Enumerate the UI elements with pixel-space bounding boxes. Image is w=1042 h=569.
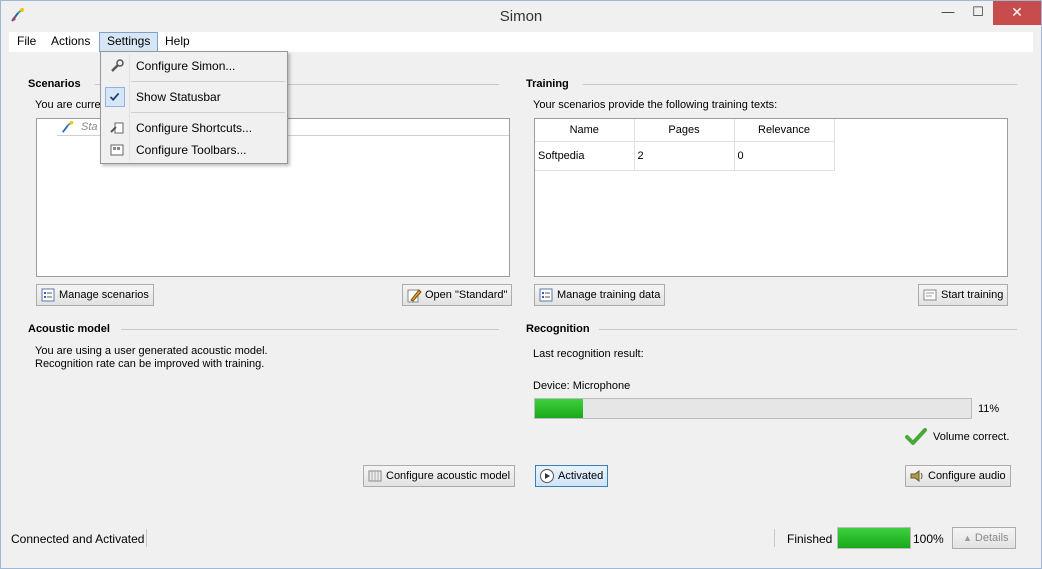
table-header-row: Name Pages Relevance (535, 119, 835, 142)
training-icon (922, 287, 938, 303)
volume-meter (534, 398, 972, 419)
status-progress-bar (837, 527, 911, 549)
acoustic-model-divider (121, 329, 499, 330)
settings-dropdown: Configure Simon... Show Statusbar Config… (100, 51, 288, 164)
play-icon (539, 468, 555, 484)
cell-pages: 2 (634, 141, 735, 171)
training-table: Name Pages Relevance Softpedia 2 0 (535, 119, 835, 171)
volume-meter-fill (535, 399, 583, 418)
open-standard-button[interactable]: Open "Standard" (402, 284, 513, 306)
shortcut-icon (110, 122, 124, 134)
menu-item-label: Configure Toolbars... (136, 143, 247, 157)
device-label: Device: Microphone (533, 380, 631, 392)
menu-actions[interactable]: Actions (44, 32, 97, 52)
menu-help[interactable]: Help (158, 32, 197, 52)
model-icon (367, 468, 383, 484)
open-standard-label: Open "Standard" (425, 289, 508, 301)
scenario-icon (62, 120, 74, 133)
menu-item-show-statusbar[interactable]: Show Statusbar (103, 86, 285, 108)
volume-status: Volume correct. (933, 431, 1010, 443)
acoustic-model-title: Acoustic model (28, 323, 110, 335)
connection-status: Connected and Activated (11, 532, 145, 546)
pencil-icon (406, 287, 422, 303)
maximize-icon[interactable]: ☐ (963, 1, 993, 25)
menu-separator (131, 112, 285, 113)
acoustic-model-line1: You are using a user generated acoustic … (35, 345, 268, 357)
status-bar: Connected and Activated Finished 100% ▲ … (9, 526, 1033, 550)
status-progress-fill (838, 528, 910, 548)
menu-item-label: Configure Simon... (136, 59, 236, 73)
training-title: Training (526, 78, 569, 90)
wrench-icon (111, 59, 124, 72)
list-icon (538, 287, 554, 303)
scenarios-title: Scenarios (28, 78, 81, 90)
volume-percent: 11% (978, 403, 1000, 415)
main-window: Simon — ☐ ✕ File Actions Settings Help S… (0, 0, 1042, 569)
recognition-divider (599, 329, 1017, 330)
cell-name: Softpedia (535, 141, 635, 171)
menu-separator (131, 81, 285, 82)
progress-label: Finished (787, 532, 833, 546)
configure-acoustic-model-label: Configure acoustic model (386, 470, 511, 482)
training-description: Your scenarios provide the following tra… (533, 99, 778, 111)
manage-scenarios-button[interactable]: Manage scenarios (36, 284, 154, 306)
column-name-header[interactable]: Name (535, 119, 635, 142)
speaker-icon (909, 468, 925, 484)
manage-scenarios-label: Manage scenarios (59, 289, 149, 301)
cell-relevance: 0 (734, 141, 835, 171)
column-pages-header[interactable]: Pages (634, 119, 735, 142)
column-relevance-header[interactable]: Relevance (734, 119, 835, 142)
menu-item-configure-simon[interactable]: Configure Simon... (103, 55, 285, 77)
training-table-box: Name Pages Relevance Softpedia 2 0 (534, 118, 1008, 277)
menu-item-label: Configure Shortcuts... (136, 121, 253, 135)
start-training-button[interactable]: Start training (918, 284, 1009, 306)
title-bar: Simon — ☐ ✕ (1, 1, 1041, 31)
details-label: Details (974, 532, 1009, 544)
minimize-icon[interactable]: — (933, 1, 963, 25)
menu-item-configure-shortcuts[interactable]: Configure Shortcuts... (103, 117, 285, 139)
table-row[interactable]: Softpedia 2 0 (535, 141, 835, 171)
status-separator (774, 529, 775, 547)
menu-item-configure-toolbars[interactable]: Configure Toolbars... (103, 139, 285, 161)
activated-button[interactable]: Activated (535, 465, 609, 487)
window-title: Simon (499, 8, 543, 25)
toolbar-icon (110, 144, 124, 156)
status-separator (146, 529, 147, 547)
menu-settings[interactable]: Settings (99, 32, 159, 52)
configure-audio-label: Configure audio (928, 470, 1006, 482)
configure-acoustic-model-button[interactable]: Configure acoustic model (363, 465, 516, 487)
close-icon[interactable]: ✕ (993, 1, 1041, 25)
activated-label: Activated (558, 470, 604, 482)
recognition-title: Recognition (526, 323, 590, 335)
checkmark-icon (105, 87, 125, 107)
details-button[interactable]: ▲ Details (952, 527, 1016, 549)
start-training-label: Start training (941, 289, 1004, 301)
last-recognition-label: Last recognition result: (533, 348, 644, 360)
manage-training-data-label: Manage training data (557, 289, 661, 301)
menu-bar: File Actions Settings Help (9, 32, 1033, 52)
progress-percent: 100% (913, 532, 944, 546)
menu-file[interactable]: File (10, 32, 43, 52)
scenario-name: Sta (81, 121, 98, 133)
triangle-up-icon: ▲ (963, 533, 972, 543)
scenarios-description: You are curre (35, 99, 101, 111)
manage-training-data-button[interactable]: Manage training data (534, 284, 666, 306)
acoustic-model-line2: Recognition rate can be improved with tr… (35, 358, 265, 370)
list-icon (40, 287, 56, 303)
menu-item-label: Show Statusbar (136, 90, 221, 104)
training-divider (583, 84, 1017, 85)
checkmark-icon (905, 428, 927, 445)
configure-audio-button[interactable]: Configure audio (905, 465, 1011, 487)
